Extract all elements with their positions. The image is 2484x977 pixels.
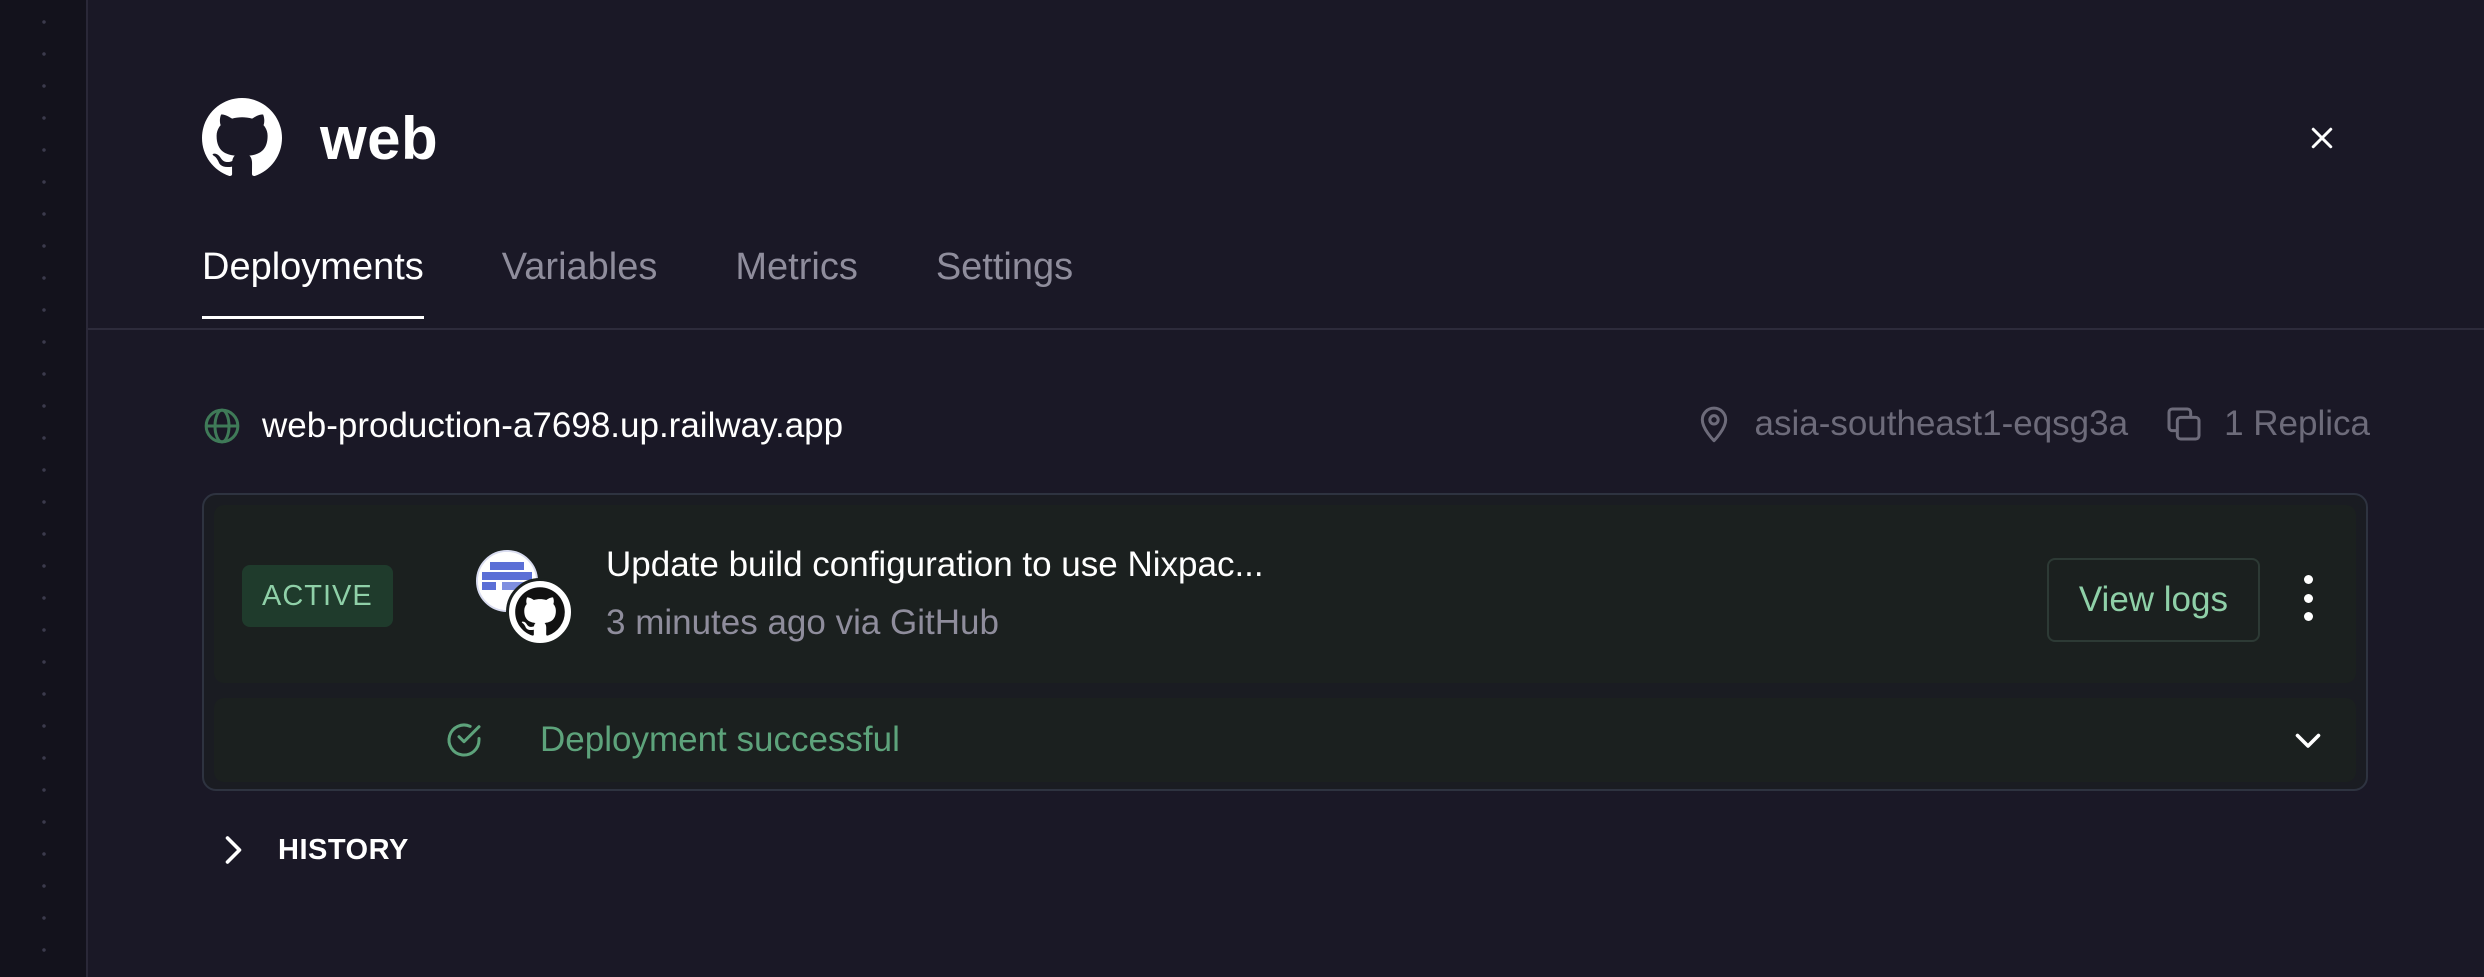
tab-metrics[interactable]: Metrics <box>735 246 857 319</box>
commit-info: Update build configuration to use Nixpac… <box>606 545 1264 643</box>
map-pin-icon <box>1701 406 1728 443</box>
close-button[interactable] <box>2302 118 2342 158</box>
service-title: web <box>320 104 439 172</box>
chevron-down-icon[interactable] <box>2290 722 2326 758</box>
tabs-divider <box>88 328 2484 330</box>
replica-label: 1 Replica <box>2224 404 2370 443</box>
commit-message: Update build configuration to use Nixpac… <box>606 545 1264 584</box>
tab-deployments[interactable]: Deployments <box>202 246 424 319</box>
region-label: asia-southeast1-eqsg3a <box>1754 404 2129 443</box>
tab-settings[interactable]: Settings <box>936 246 1073 319</box>
domain-link[interactable]: web-production-a7698.up.railway.app <box>262 406 843 446</box>
commit-meta: 3 minutes ago via GitHub <box>606 603 999 642</box>
tab-variables[interactable]: Variables <box>502 246 658 319</box>
canvas-sidebar <box>0 0 88 977</box>
deployment-summary[interactable]: ACTIVE Update build configuration to use… <box>214 505 2356 683</box>
chevron-right-icon <box>225 836 242 864</box>
status-badge: ACTIVE <box>242 565 393 627</box>
github-avatar-icon <box>506 578 574 646</box>
globe-icon <box>204 408 240 444</box>
view-logs-button[interactable]: View logs <box>2046 558 2260 642</box>
service-panel: web Deployments Variables Metrics Settin… <box>88 0 2484 977</box>
region-info: asia-southeast1-eqsg3a <box>1694 404 2128 444</box>
deployment-status-text: Deployment successful <box>540 720 900 759</box>
service-tabs: Deployments Variables Metrics Settings <box>202 246 1151 319</box>
service-meta: asia-southeast1-eqsg3a 1 Replica <box>1694 404 2370 444</box>
replica-info: 1 Replica <box>2164 404 2370 444</box>
close-icon <box>2311 127 2333 149</box>
commit-avatars <box>476 550 576 650</box>
check-circle-icon <box>447 723 481 757</box>
history-toggle[interactable]: HISTORY <box>214 832 409 868</box>
github-icon <box>202 98 282 178</box>
more-options-icon[interactable] <box>2298 575 2318 621</box>
history-label: HISTORY <box>278 833 409 866</box>
service-header: web <box>202 98 438 178</box>
active-deployment-card: ACTIVE Update build configuration to use… <box>202 493 2368 791</box>
copy-icon <box>2167 407 2201 441</box>
deployment-status-row[interactable]: Deployment successful <box>214 698 2356 782</box>
service-domain: web-production-a7698.up.railway.app <box>202 406 843 446</box>
